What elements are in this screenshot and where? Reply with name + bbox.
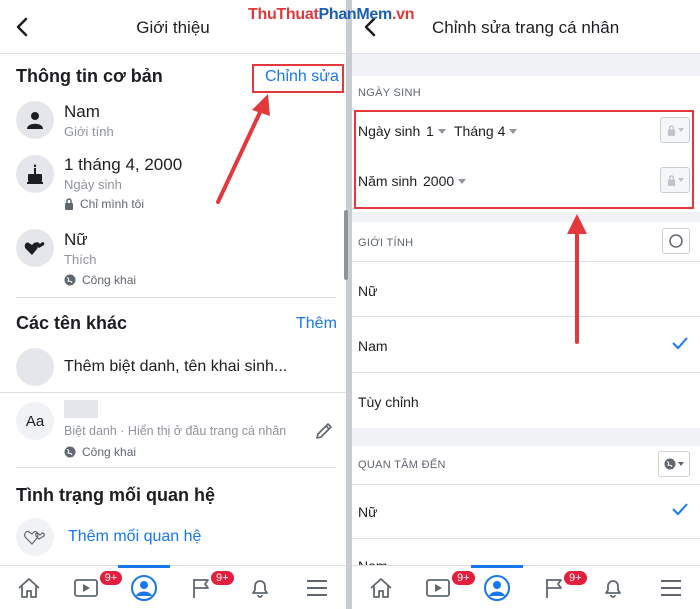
profile-icon — [131, 574, 158, 601]
menu-icon — [307, 579, 328, 596]
gender-privacy-button[interactable] — [662, 228, 690, 254]
gender-option-custom[interactable]: Tùy chỉnh — [358, 394, 419, 410]
birthday-privacy-label: Chỉ mình tôi — [80, 197, 145, 211]
menu-icon — [661, 579, 681, 596]
annotation-highlight-box — [354, 110, 694, 209]
about-panel: Giới thiệu Thông tin cơ bản Chỉnh sửa Na… — [0, 0, 346, 609]
bottom-tab-bar: 9+ 9+ — [0, 565, 346, 609]
checkmark-icon — [672, 502, 688, 521]
divider — [16, 297, 336, 298]
interest-value: Nữ — [64, 230, 88, 249]
video-play-icon — [426, 578, 450, 597]
tab-video[interactable]: 9+ — [58, 566, 125, 609]
globe-icon — [64, 274, 76, 286]
tab-home[interactable] — [0, 566, 58, 609]
globe-icon — [664, 458, 676, 470]
gender-value: Nam — [64, 102, 100, 121]
add-relationship-link[interactable]: Thêm mối quan hệ — [68, 528, 201, 546]
birthday-caption: NGÀY SINH — [358, 87, 422, 99]
video-play-icon — [73, 578, 98, 597]
empty-avatar-icon[interactable] — [16, 348, 54, 386]
birthday-privacy: Chỉ mình tôi — [64, 197, 144, 211]
other-names-title: Các tên khác — [16, 313, 128, 333]
add-other-name-link[interactable]: Thêm — [296, 315, 337, 333]
interest-privacy-label: Công khai — [82, 273, 137, 287]
bell-icon — [251, 579, 268, 598]
divider — [352, 538, 700, 539]
page-title: Chỉnh sửa trang cá nhân — [432, 18, 620, 37]
edit-profile-panel: Chỉnh sửa trang cá nhân NGÀY SINH Ngày s… — [352, 0, 700, 609]
aa-icon-text: Aa — [25, 412, 45, 430]
tab-home[interactable] — [352, 566, 410, 609]
gender-caption: GIỚI TÍNH — [358, 237, 414, 249]
divider — [352, 372, 700, 373]
redacted-nickname — [64, 400, 98, 418]
divider — [352, 316, 700, 317]
tab-profile[interactable] — [468, 565, 526, 609]
divider — [352, 261, 700, 262]
birthday-cake-icon — [16, 155, 54, 193]
home-icon — [370, 577, 392, 598]
tab-pages[interactable]: 9+ — [173, 566, 236, 609]
tab-notifications[interactable] — [584, 566, 642, 609]
divider — [16, 467, 336, 468]
circle-icon — [669, 234, 683, 248]
lock-icon — [65, 198, 73, 210]
nickname-privacy: Công khai — [64, 445, 136, 459]
interest-option-female[interactable]: Nữ — [358, 504, 377, 520]
gender-option-male[interactable]: Nam — [358, 338, 388, 354]
nickname-privacy-label: Công khai — [82, 445, 137, 459]
basic-info-title: Thông tin cơ bản — [16, 66, 163, 86]
birthday-label: Ngày sinh — [64, 177, 122, 192]
divider — [352, 484, 700, 485]
relationship-hearts-icon — [16, 518, 54, 556]
watermark-part2: PhanMem — [318, 6, 392, 23]
nickname-description: Biệt danh · Hiển thị ở đầu trang cá nhân — [64, 424, 287, 438]
bell-icon — [605, 579, 621, 598]
tab-profile[interactable] — [115, 565, 173, 609]
watermark-part1: ThuThuat — [248, 6, 319, 23]
tab-video[interactable]: 9+ — [410, 566, 477, 609]
watermark-part3: .vn — [391, 6, 415, 23]
globe-icon — [64, 446, 76, 458]
tab-menu[interactable] — [642, 566, 700, 609]
tab-pages[interactable]: 9+ — [526, 566, 589, 609]
birthday-value: 1 tháng 4, 2000 — [64, 155, 183, 174]
relationship-title: Tình trạng mối quan hệ — [16, 485, 215, 505]
gender-option-female[interactable]: Nữ — [358, 283, 377, 299]
scrollbar-thumb[interactable] — [344, 210, 348, 280]
section-gap — [352, 212, 700, 222]
chevron-down-icon — [678, 462, 684, 466]
gender-label: Giới tính — [64, 124, 114, 139]
interest-privacy: Công khai — [64, 273, 136, 287]
person-icon — [16, 101, 54, 139]
add-nickname-button[interactable]: Thêm biệt danh, tên khai sinh... — [64, 358, 287, 376]
bottom-tab-bar: 9+ 9+ — [352, 565, 700, 609]
profile-icon — [484, 574, 510, 601]
watermark-logo: ThuThuatPhanMem.vn — [248, 6, 414, 24]
interest-label: Thích — [64, 252, 97, 267]
interest-caption: QUAN TÂM ĐẾN — [358, 459, 446, 471]
edit-pencil-icon[interactable] — [314, 421, 334, 446]
annotation-highlight-box — [252, 64, 344, 93]
section-gap — [352, 54, 700, 76]
checkmark-icon — [672, 336, 688, 355]
font-aa-icon: Aa — [16, 402, 54, 440]
tab-notifications[interactable] — [231, 566, 289, 609]
divider — [0, 392, 346, 393]
tab-menu[interactable] — [288, 566, 346, 609]
home-icon — [18, 577, 40, 598]
interest-privacy-button[interactable] — [658, 451, 690, 477]
hearts-icon — [16, 229, 54, 267]
section-gap — [352, 428, 700, 446]
